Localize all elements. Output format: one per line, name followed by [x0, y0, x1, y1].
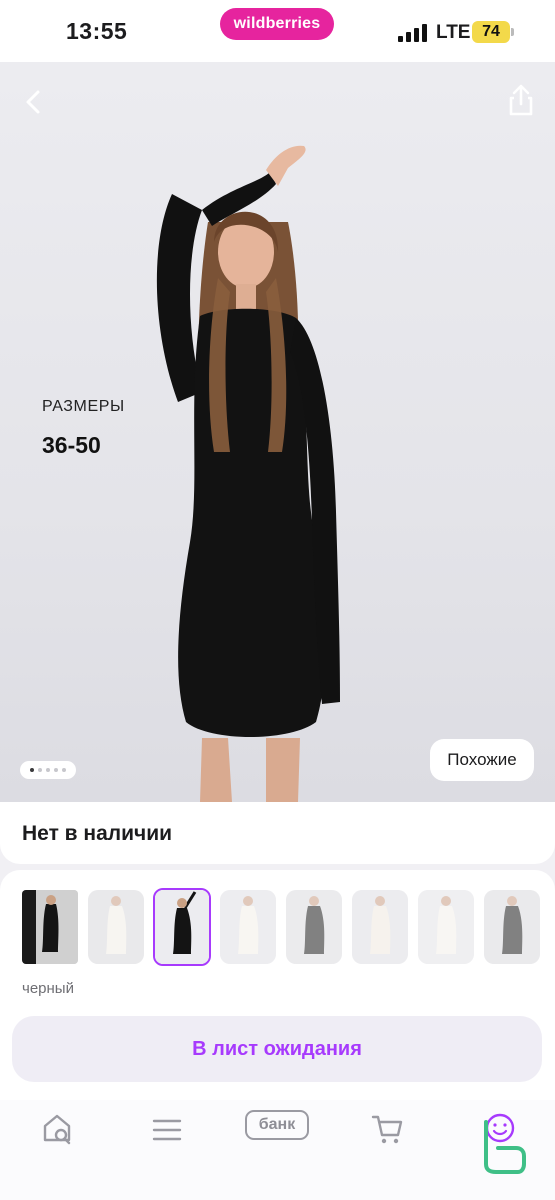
carousel-dot: [62, 768, 66, 772]
product-photo: [156, 145, 340, 802]
variant-thumbnail-selected[interactable]: [153, 888, 211, 966]
carousel-dot: [30, 768, 34, 772]
variant-thumbnail[interactable]: [418, 890, 474, 964]
sizes-value: 36-50: [42, 432, 101, 458]
share-icon: [509, 84, 533, 116]
status-time: 13:55: [66, 18, 128, 44]
home-search-icon: [43, 1114, 71, 1145]
variant-thumbnail[interactable]: [88, 890, 144, 964]
selected-color-label: черный: [22, 980, 74, 997]
chevron-left-icon: [26, 90, 40, 114]
back-button[interactable]: [18, 86, 50, 118]
nav-home[interactable]: [38, 1108, 78, 1148]
menu-icon: [152, 1119, 182, 1141]
variant-thumbnail[interactable]: [286, 890, 342, 964]
action-area: В лист ожидания: [0, 1008, 555, 1100]
carousel-dot: [46, 768, 50, 772]
sizes-caption: РАЗМЕРЫ: [42, 398, 125, 415]
battery-indicator: 74: [472, 21, 510, 43]
similar-button[interactable]: Похожие: [430, 739, 534, 781]
variant-thumbnail[interactable]: [220, 890, 276, 964]
network-label: LTE: [436, 22, 471, 43]
availability-card: Нет в наличии: [0, 802, 555, 864]
carousel-dots: [20, 761, 76, 779]
nav-cart[interactable]: [368, 1108, 408, 1148]
bottom-nav: банк: [0, 1100, 555, 1200]
add-to-waitlist-button[interactable]: В лист ожидания: [12, 1016, 542, 1082]
share-button[interactable]: [504, 82, 538, 118]
carousel-dot: [38, 768, 42, 772]
availability-status: Нет в наличии: [22, 822, 173, 845]
cart-icon: [371, 1115, 403, 1144]
brand-logo: wildberries: [220, 8, 334, 40]
watermark-logo: [484, 1120, 526, 1174]
nav-catalog[interactable]: [148, 1108, 188, 1148]
product-image-carousel[interactable]: РАЗМЕРЫ 36-50 Похожие: [0, 62, 555, 802]
color-variants: черный: [0, 870, 555, 1008]
battery-cap: [511, 28, 514, 36]
status-bar: 13:55 wildberries LTE 74: [0, 0, 555, 62]
nav-bank[interactable]: банк: [245, 1110, 309, 1140]
variant-thumbnail[interactable]: [22, 890, 78, 964]
variant-thumbnail[interactable]: [352, 890, 408, 964]
carousel-dot: [54, 768, 58, 772]
variant-thumbnail[interactable]: [484, 890, 540, 964]
signal-icon: [398, 24, 428, 42]
